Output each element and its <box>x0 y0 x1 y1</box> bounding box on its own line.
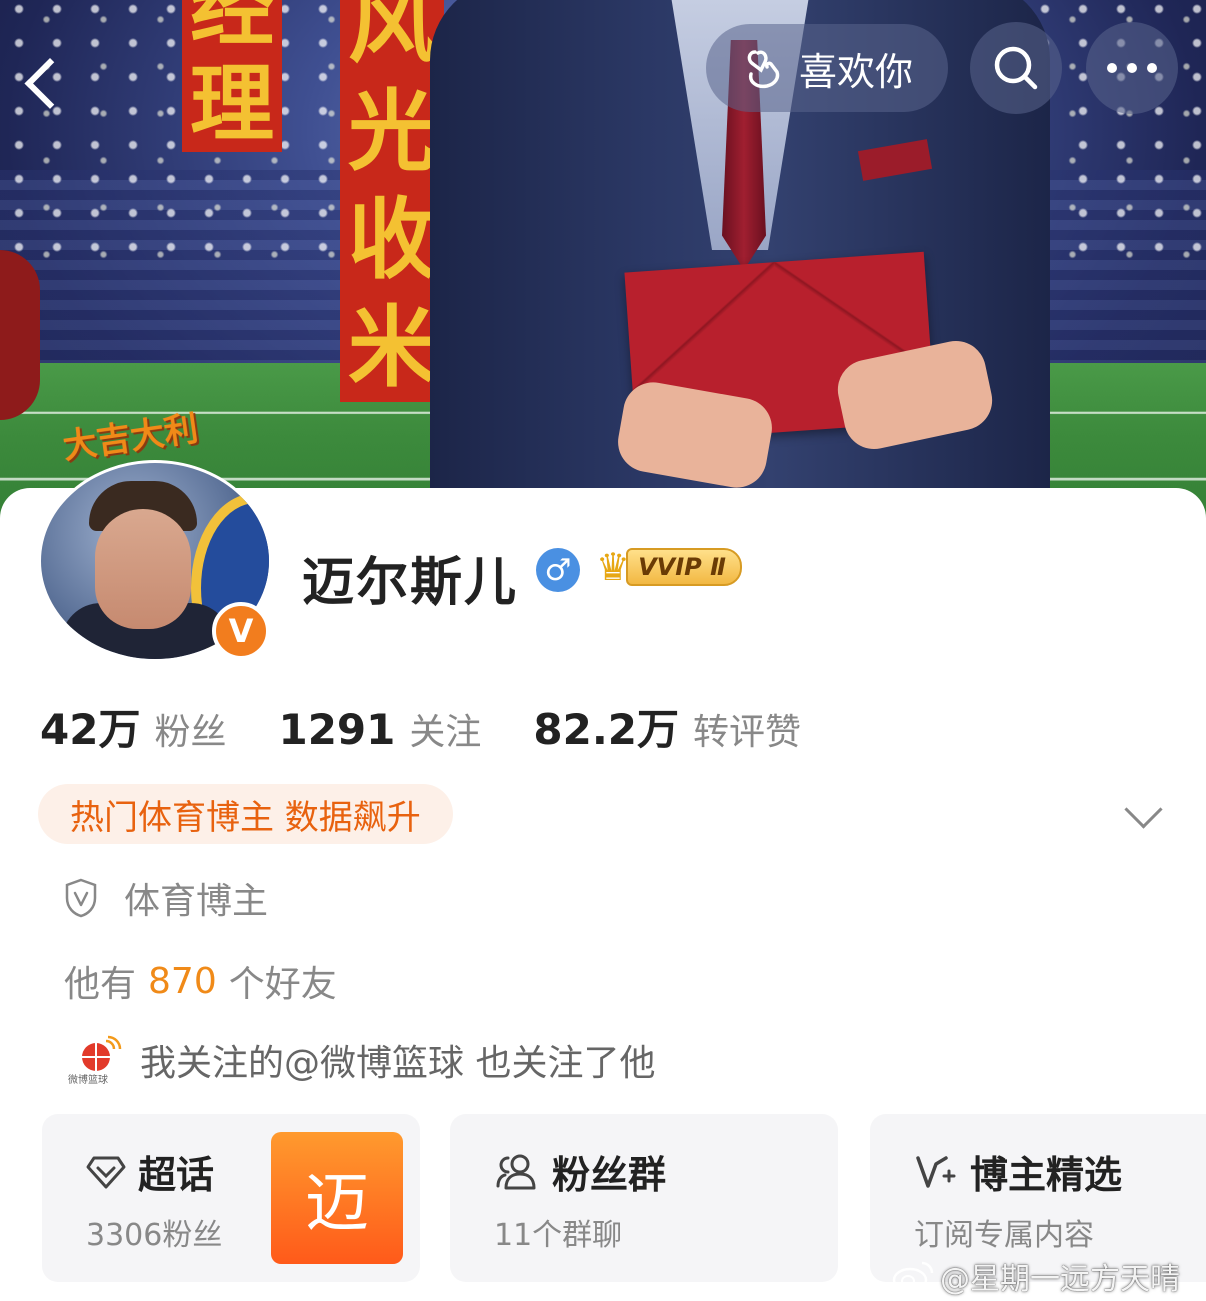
more-button[interactable] <box>1086 22 1178 114</box>
like-you-button[interactable]: 喜欢你 <box>706 24 948 112</box>
category-row: 体育博主 <box>64 872 268 924</box>
fan-group-count: 11个群聊 <box>494 1218 623 1253</box>
back-button[interactable] <box>30 38 78 98</box>
diamond-icon <box>86 1156 126 1188</box>
fan-group-title: 粉丝群 <box>552 1153 667 1197</box>
vvip-label: VVIP Ⅱ <box>626 548 742 586</box>
friends-count: 870 <box>148 960 217 1002</box>
profile-stats: 42万 粉丝 1291 关注 82.2万 转评赞 <box>40 696 853 757</box>
crown-icon: ♛ <box>596 545 631 589</box>
blogger-picks-title: 博主精选 <box>970 1153 1123 1197</box>
stat-following[interactable]: 1291 关注 <box>278 703 481 755</box>
friends-row[interactable]: 他有 870 个好友 <box>64 955 337 1007</box>
weibo-basketball-icon-text: 微博篮球 <box>68 1075 108 1086</box>
fan-group-tile[interactable]: 粉丝群 11个群聊 <box>450 1114 838 1282</box>
mutual-follow-text: 我关注的@微博篮球 也关注了他 <box>140 1043 656 1084</box>
like-you-label: 喜欢你 <box>798 49 913 94</box>
weibo-logo-icon <box>892 1261 934 1293</box>
avatar-face <box>95 509 191 629</box>
shield-v-icon <box>65 878 97 918</box>
search-button[interactable] <box>970 22 1062 114</box>
super-topic-title: 超话 <box>138 1153 215 1197</box>
mutual-follow-row[interactable]: 微博篮球 我关注的@微博篮球 也关注了他 <box>68 1034 656 1086</box>
decorative-shape <box>0 250 40 420</box>
super-topic-badge: 迈 <box>271 1132 403 1264</box>
blogger-picks-subtitle: 订阅专属内容 <box>914 1218 1094 1253</box>
vvip-badge[interactable]: ♛ VVIP Ⅱ <box>596 544 742 590</box>
category-label: 体育博主 <box>124 881 269 922</box>
v-plus-icon <box>916 1155 956 1188</box>
watermark-text: @星期一远方天晴 <box>940 1262 1180 1297</box>
finger-heart-icon <box>747 50 780 89</box>
verified-v-badge: V <box>212 602 270 660</box>
profile-name: 迈尔斯儿 <box>302 553 519 613</box>
top-nav-bar: 喜欢你 <box>0 0 1206 130</box>
weibo-watermark: @星期一远方天晴 <box>892 1254 1180 1298</box>
male-gender-icon: ♂ <box>536 548 580 592</box>
friends-prefix: 他有 <box>64 964 137 1005</box>
friends-suffix: 个好友 <box>228 964 337 1005</box>
search-icon <box>994 46 1038 90</box>
stat-interactions[interactable]: 82.2万 转评赞 <box>533 696 801 757</box>
super-topic-tile[interactable]: 超话 3306粉丝 迈 <box>42 1114 420 1282</box>
group-icon <box>496 1154 536 1189</box>
super-topic-fans: 3306粉丝 <box>86 1218 223 1253</box>
more-dots-icon <box>1107 63 1157 73</box>
weibo-basketball-icon: 微博篮球 <box>68 1035 124 1086</box>
hot-blogger-tag[interactable]: 热门体育博主 数据飙升 <box>38 784 453 844</box>
stat-fans[interactable]: 42万 粉丝 <box>40 696 226 757</box>
